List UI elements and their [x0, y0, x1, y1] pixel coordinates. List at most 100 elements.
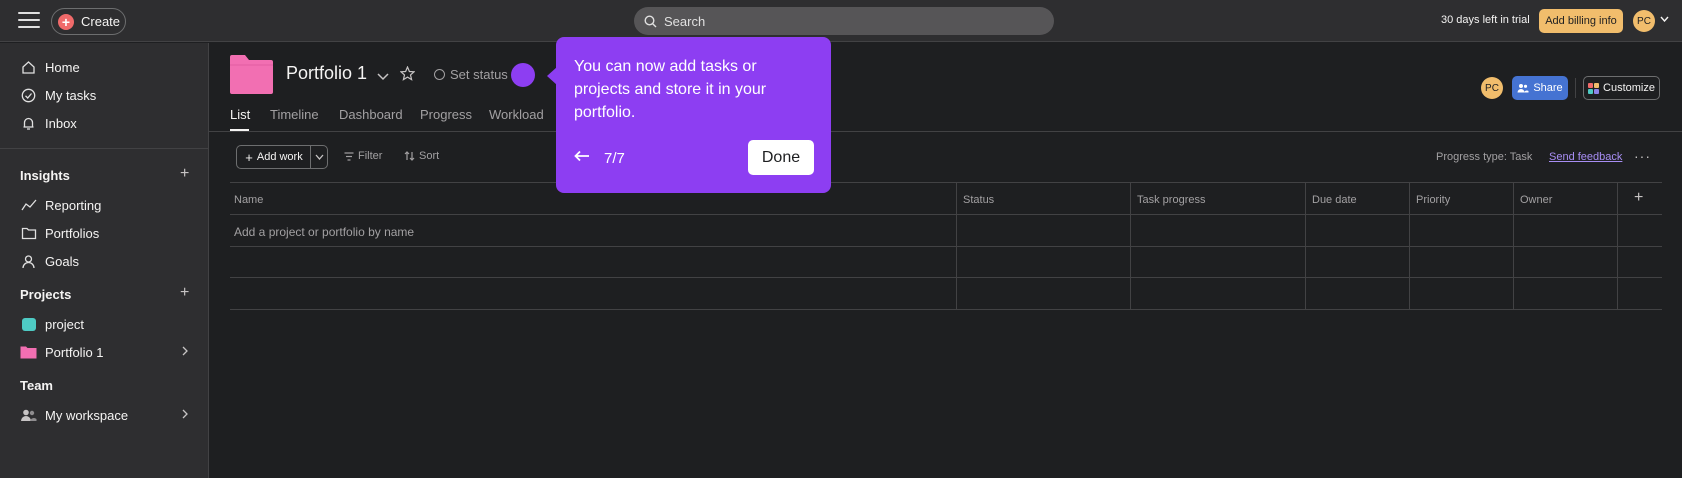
column-header-task-progress[interactable]: Task progress: [1137, 194, 1205, 206]
column-divider[interactable]: [1617, 182, 1618, 309]
column-divider[interactable]: [956, 182, 957, 309]
add-billing-info-button[interactable]: Add billing info: [1539, 9, 1623, 33]
portfolio-folder-icon: [230, 55, 273, 94]
table-row-border: [230, 277, 1662, 278]
column-divider[interactable]: [1409, 182, 1410, 309]
status-circle-icon: [434, 69, 445, 80]
table-row-border: [230, 309, 1662, 310]
sidebar-item-my-workspace[interactable]: My workspace: [20, 404, 195, 426]
share-button[interactable]: Share: [1512, 76, 1568, 100]
create-button[interactable]: + Create: [51, 8, 126, 35]
column-header-priority[interactable]: Priority: [1416, 194, 1450, 206]
search-input[interactable]: Search: [634, 7, 1054, 35]
home-icon: [20, 59, 37, 76]
sidebar-item-my-tasks[interactable]: My tasks: [20, 84, 195, 106]
sidebar-item-label: Home: [45, 59, 80, 75]
check-circle-icon: [20, 87, 37, 104]
team-section-title[interactable]: Team: [20, 378, 53, 393]
back-arrow-icon[interactable]: [574, 149, 590, 167]
plus-icon: +: [245, 149, 253, 165]
tooltip-arrow: [547, 67, 557, 85]
add-work-dropdown-button[interactable]: [310, 145, 328, 169]
sidebar-divider: [0, 148, 209, 149]
person-icon: [20, 253, 37, 270]
tab-list[interactable]: List: [230, 107, 250, 122]
plus-icon: +: [58, 13, 74, 30]
table-row-border: [230, 246, 1662, 247]
add-project-plus-icon[interactable]: +: [180, 284, 189, 302]
column-header-owner[interactable]: Owner: [1520, 194, 1552, 206]
column-divider[interactable]: [1130, 182, 1131, 309]
header-divider: [209, 131, 1682, 132]
folder-icon: [20, 225, 37, 242]
insights-section-title[interactable]: Insights: [20, 168, 70, 183]
sidebar-item-label: Inbox: [45, 115, 77, 131]
column-header-name[interactable]: Name: [234, 194, 263, 206]
filter-label: Filter: [358, 150, 383, 162]
table-header-top-border: [230, 182, 1662, 183]
done-button[interactable]: Done: [748, 140, 814, 175]
filter-icon: [344, 151, 354, 161]
column-divider[interactable]: [1513, 182, 1514, 309]
tab-progress[interactable]: Progress: [420, 107, 472, 122]
add-work-label: Add work: [256, 151, 303, 163]
chevron-right-icon[interactable]: [182, 408, 188, 422]
project-color-swatch: [20, 316, 37, 333]
sidebar-item-home[interactable]: Home: [20, 56, 195, 78]
bell-icon: [20, 115, 37, 132]
people-icon: [20, 407, 37, 424]
sidebar-item-label: Portfolio 1: [45, 344, 104, 360]
sidebar-item-project[interactable]: project: [20, 313, 195, 335]
tab-dashboard[interactable]: Dashboard: [339, 107, 403, 122]
sidebar-item-label: project: [45, 316, 85, 332]
tab-workload[interactable]: Workload: [489, 107, 544, 122]
tab-timeline[interactable]: Timeline: [270, 107, 319, 122]
filter-button[interactable]: Filter: [344, 150, 382, 162]
send-feedback-link[interactable]: Send feedback: [1549, 151, 1622, 163]
chart-line-icon: [20, 197, 37, 214]
more-options-icon[interactable]: ···: [1634, 148, 1651, 164]
chevron-right-icon[interactable]: [182, 345, 188, 359]
add-project-input[interactable]: Add a project or portfolio by name: [234, 225, 414, 239]
chevron-down-icon[interactable]: [377, 68, 389, 86]
sidebar-item-goals[interactable]: Goals: [20, 250, 195, 272]
chevron-down-icon[interactable]: [1660, 14, 1669, 25]
sidebar-item-label: My workspace: [45, 407, 129, 423]
page-title[interactable]: Portfolio 1: [286, 63, 367, 84]
column-header-status[interactable]: Status: [963, 194, 994, 206]
projects-section-title[interactable]: Projects: [20, 287, 71, 302]
customize-label: Customize: [1603, 82, 1655, 94]
add-insight-plus-icon[interactable]: +: [180, 165, 189, 183]
add-column-plus-icon[interactable]: +: [1634, 189, 1643, 207]
people-icon: [1517, 83, 1529, 93]
create-label: Create: [81, 14, 121, 29]
vertical-divider: [1575, 78, 1576, 98]
customize-button[interactable]: Customize: [1583, 76, 1660, 100]
progress-type-selector[interactable]: Progress type: Task: [1436, 151, 1532, 163]
tooltip-message: You can now add tasks or projects and st…: [574, 58, 767, 121]
sort-label: Sort: [419, 150, 440, 162]
sidebar-item-portfolio-1[interactable]: Portfolio 1: [20, 341, 195, 363]
sidebar-item-label: Reporting: [45, 197, 102, 213]
sidebar-item-portfolios[interactable]: Portfolios: [20, 222, 195, 244]
portfolio-folder-icon: [20, 344, 37, 361]
column-header-due-date[interactable]: Due date: [1312, 194, 1357, 206]
sidebar: Home My tasks Inbox Insights + Reporting…: [0, 43, 209, 478]
search-placeholder: Search: [664, 13, 706, 29]
set-status-button[interactable]: Set status: [434, 67, 508, 82]
table-header-bottom-border: [230, 214, 1662, 215]
sort-button[interactable]: Sort: [404, 150, 439, 162]
hamburger-menu-icon[interactable]: [18, 12, 40, 30]
sidebar-item-inbox[interactable]: Inbox: [20, 112, 195, 134]
sidebar-item-label: My tasks: [45, 87, 97, 103]
onboarding-beacon[interactable]: [511, 63, 535, 87]
column-divider[interactable]: [1305, 182, 1306, 309]
user-avatar[interactable]: PC: [1633, 10, 1655, 32]
star-icon[interactable]: [399, 65, 416, 86]
sidebar-item-label: Portfolios: [45, 225, 100, 241]
sidebar-item-reporting[interactable]: Reporting: [20, 194, 195, 216]
add-work-button[interactable]: + Add work: [236, 145, 311, 169]
sort-icon: [404, 151, 415, 161]
member-avatar[interactable]: PC: [1481, 77, 1503, 99]
set-status-label: Set status: [450, 67, 508, 82]
